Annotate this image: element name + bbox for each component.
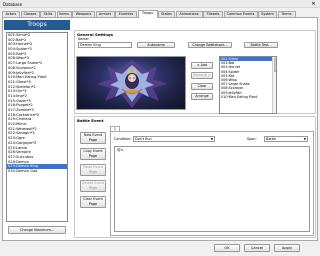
enemy-list-scroll-thumb[interactable] [273, 58, 276, 72]
tab-troops[interactable]: Troops [137, 10, 158, 18]
enemy-list-item[interactable]: 010:Man-Eating Plant [220, 95, 276, 99]
add-enemy-button[interactable]: < Add [191, 62, 213, 69]
demon-king-sprite [97, 60, 167, 108]
database-tabs: Actors Classes Skills Items Weapons Armors Ene… [2, 10, 318, 18]
troop-list-item[interactable]: 030:Demon God [7, 169, 67, 174]
battle-test-button[interactable]: Battle Test... [244, 42, 278, 48]
troops-header: Troops [4, 20, 70, 30]
condition-select[interactable]: Don't Run ▼ [133, 135, 215, 142]
event-command-line[interactable]: @> [115, 147, 309, 153]
database-window: Database ✕ Actors Classes Skills Items Weapo… [0, 0, 320, 256]
cancel-button[interactable]: Cancel [244, 244, 270, 252]
chevron-down-icon: ▼ [210, 136, 213, 141]
clear-enemies-button[interactable]: Clear [191, 83, 213, 90]
troop-name-field[interactable]: Demon King [78, 42, 132, 48]
arrange-enemies-button[interactable]: Arrange [191, 93, 213, 100]
ok-button[interactable]: OK [214, 244, 240, 252]
window-title: Database [3, 1, 23, 7]
new-event-page-button[interactable]: New Event Page [80, 132, 106, 144]
event-contents-list[interactable]: @> [114, 146, 310, 232]
enemy-list-scrollbar[interactable] [272, 57, 276, 113]
span-select[interactable]: Battle ▼ [264, 135, 308, 142]
change-maximum-button[interactable]: Change Maximum... [8, 226, 66, 234]
chevron-down-icon: ▼ [303, 136, 306, 141]
clear-event-page-button[interactable]: Clear Event Page [80, 196, 106, 208]
span-label: Span: [247, 137, 257, 141]
condition-value: Don't Run [135, 136, 152, 141]
span-value: Battle [266, 136, 277, 141]
title-bar: Database ✕ [0, 0, 320, 8]
change-battleback-button[interactable]: Change Battleback... [188, 42, 232, 48]
paste-event-page-button[interactable]: Paste Event Page [80, 164, 106, 176]
name-label: Name: [78, 37, 90, 41]
close-icon[interactable]: ✕ [310, 1, 317, 7]
troop-preview[interactable] [76, 56, 186, 110]
delete-event-page-button[interactable]: Delete Event Page [80, 180, 106, 192]
autoname-button[interactable]: Autoname [137, 42, 175, 48]
remove-enemy-button[interactable]: Remove > [191, 72, 213, 79]
enemy-list-items: 001:Slime 002:Bat 003:Hornet 004:Spider 005:… [220, 57, 276, 99]
troops-list[interactable]: 001:Slime*2 002:Bat*2 003:Hornet*2 004:Spid… [6, 32, 68, 222]
apply-button[interactable]: Apply [274, 244, 300, 252]
copy-event-page-button[interactable]: Copy Event Page [80, 148, 106, 160]
enemy-list[interactable]: 001:Slime 002:Bat 003:Hornet 004:Spider 005:… [219, 56, 277, 114]
condition-label: Condition: [114, 137, 132, 141]
battle-event-title: Battle Event [77, 118, 104, 123]
troops-panel: Troops 001:Slime*2 002:Bat*2 003:Hornet*2 0… [4, 20, 70, 238]
